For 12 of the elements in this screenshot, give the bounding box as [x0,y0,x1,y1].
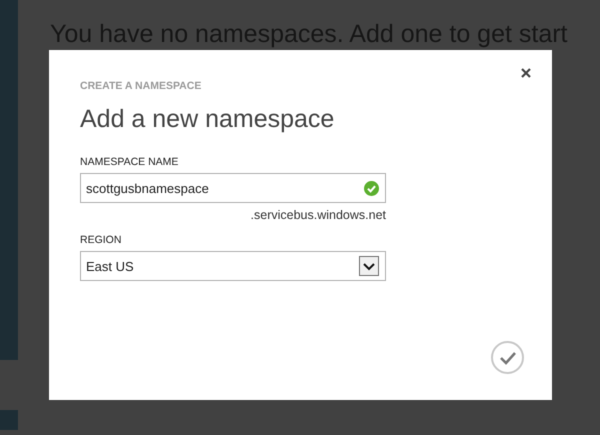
input-field[interactable]: scottgusbnamespace [80,173,386,203]
close-icon[interactable] [519,66,533,80]
dialog-title: Add a new namespace [80,105,336,134]
field-label: NAMESPACE NAME [80,156,180,168]
dropdown-caret-icon [359,256,379,276]
region-dropdown[interactable]: East US [80,251,386,281]
domain-suffix: .servicebus.windows.net [250,208,386,222]
dialog-subtitle: CREATE A NAMESPACE [80,80,202,92]
confirm-button[interactable] [491,341,524,374]
checkmark-icon [498,350,518,366]
field-label: REGION [80,234,122,246]
sidebar-panel [0,410,18,430]
